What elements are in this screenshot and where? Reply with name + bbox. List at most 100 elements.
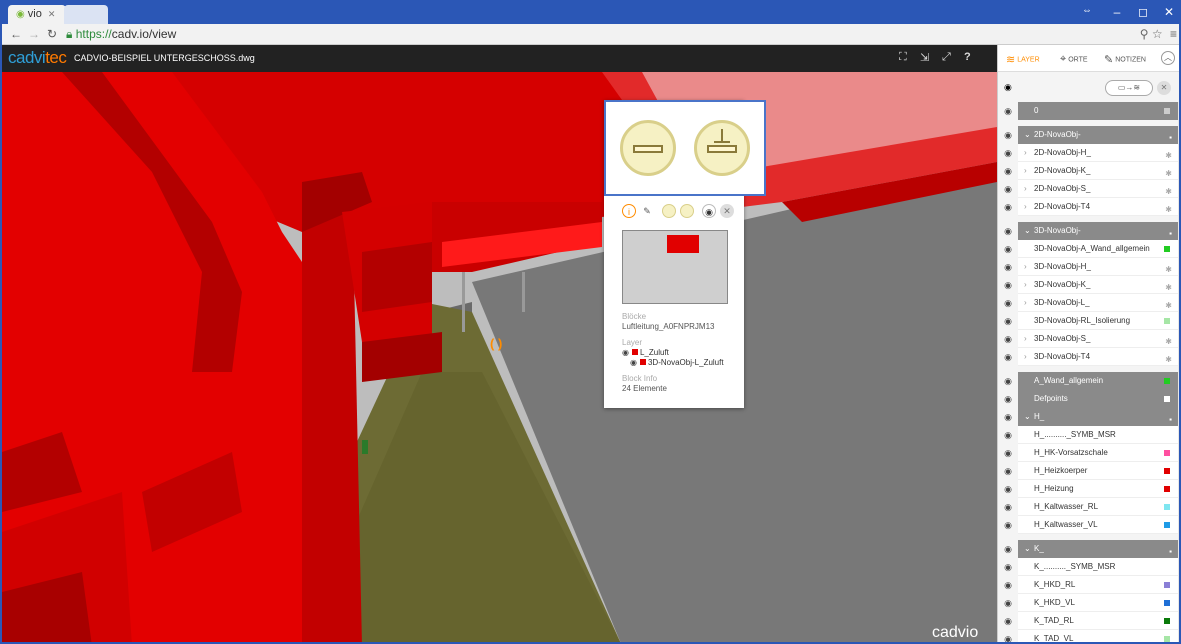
layer-group-row[interactable]: ◉ A_Wand_allgemein xyxy=(998,372,1178,390)
mixed-color-icon[interactable]: ✱ xyxy=(1165,147,1172,161)
layer-row-label[interactable]: › 2D-NovaObj-S_ ✱ xyxy=(1018,180,1178,198)
chevron-icon[interactable]: ⌄ xyxy=(1024,222,1034,240)
layer-row-label[interactable]: ⌄ 3D-NovaObj- ▪ xyxy=(1018,222,1178,240)
color-swatch[interactable] xyxy=(1164,582,1170,588)
isolate-layer-button[interactable]: ▭→≋ xyxy=(1105,80,1153,96)
block-icon[interactable] xyxy=(662,204,676,218)
fullscreen-icon[interactable]: ⤢ xyxy=(942,51,951,64)
block-symbol-icon[interactable] xyxy=(620,120,676,176)
zoom-icon[interactable]: ⚲ xyxy=(1140,27,1149,41)
layer-row-label[interactable]: K_TAD_VL xyxy=(1018,630,1178,642)
color-swatch[interactable] xyxy=(1164,600,1170,606)
layer-row-label[interactable]: 0 xyxy=(1018,102,1178,120)
eye-icon[interactable]: ◉ xyxy=(998,612,1018,630)
chevron-icon[interactable]: ⌄ xyxy=(1024,540,1034,558)
mixed-color-icon[interactable]: ▪ xyxy=(1169,543,1172,558)
mixed-color-icon[interactable]: ✱ xyxy=(1165,165,1172,179)
eye-icon[interactable]: ◉ xyxy=(998,462,1018,480)
eye-icon[interactable]: ◉ xyxy=(998,540,1018,558)
layer-group-row[interactable]: ◉ ⌄ 2D-NovaObj- ▪ xyxy=(998,126,1178,144)
color-swatch[interactable] xyxy=(1164,522,1170,528)
layer-row-label[interactable]: › 3D-NovaObj-L_ ✱ xyxy=(1018,294,1178,312)
layer-row-label[interactable]: › 2D-NovaObj-T4 ✱ xyxy=(1018,198,1178,216)
new-tab-button[interactable] xyxy=(64,5,108,24)
back-icon[interactable]: ← xyxy=(8,27,24,41)
eye-icon[interactable]: ◉ xyxy=(998,576,1018,594)
layer-row-label[interactable]: H_Heizkoerper xyxy=(1018,462,1178,480)
mixed-color-icon[interactable]: ✱ xyxy=(1165,351,1172,365)
layer-row-label[interactable]: K_HKD_RL xyxy=(1018,576,1178,594)
help-button[interactable]: ? xyxy=(964,51,971,63)
chevron-icon[interactable]: › xyxy=(1024,144,1034,161)
eye-icon[interactable]: ◉ xyxy=(998,294,1018,312)
eye-icon[interactable]: ◉ xyxy=(998,276,1018,294)
eye-icon[interactable]: ◉ xyxy=(998,348,1018,366)
color-swatch[interactable] xyxy=(1164,396,1170,402)
eye-icon[interactable]: ◉ xyxy=(998,144,1018,162)
fit-view-icon[interactable]: ⛶ xyxy=(899,51,907,64)
chevron-icon[interactable]: › xyxy=(1024,330,1034,347)
chevron-icon[interactable]: › xyxy=(1024,180,1034,197)
layer-row-label[interactable]: H_Heizung xyxy=(1018,480,1178,498)
color-swatch[interactable] xyxy=(1164,486,1170,492)
layer-row[interactable]: ◉ K_TAD_VL xyxy=(998,630,1178,642)
layer-row[interactable]: ◉ › 3D-NovaObj-L_ ✱ xyxy=(998,294,1178,312)
mixed-color-icon[interactable]: ▪ xyxy=(1169,129,1172,144)
layer-row-label[interactable]: ⌄ 2D-NovaObj- ▪ xyxy=(1018,126,1178,144)
color-swatch[interactable] xyxy=(1164,450,1170,456)
layer-row[interactable]: ◉ › 3D-NovaObj-K_ ✱ xyxy=(998,276,1178,294)
layer-row[interactable]: ◉ › 3D-NovaObj-H_ ✱ xyxy=(998,258,1178,276)
chevron-icon[interactable]: ⌄ xyxy=(1024,126,1034,144)
eye-icon[interactable]: ◉ xyxy=(998,408,1018,426)
collapse-panel-button[interactable]: ︿ xyxy=(1161,51,1175,65)
layer-row[interactable]: ◉ › 2D-NovaObj-K_ ✱ xyxy=(998,162,1178,180)
eye-icon[interactable]: ◉ xyxy=(702,204,716,218)
layer-group-row[interactable]: ◉ ⌄ H_ ▪ xyxy=(998,408,1178,426)
chevron-icon[interactable]: › xyxy=(1024,162,1034,179)
layer-row-label[interactable]: K_.........._SYMB_MSR xyxy=(1018,558,1178,576)
eye-icon[interactable]: ◉ xyxy=(998,162,1018,180)
eye-icon[interactable]: ◉ xyxy=(998,480,1018,498)
layer-row-label[interactable]: › 3D-NovaObj-H_ ✱ xyxy=(1018,258,1178,276)
layer-row-label[interactable]: 3D-NovaObj-RL_Isolierung xyxy=(1018,312,1178,330)
color-swatch[interactable] xyxy=(1164,108,1170,114)
layer-row-label[interactable]: K_HKD_VL xyxy=(1018,594,1178,612)
layer-row[interactable]: ◉ H_Kaltwasser_RL xyxy=(998,498,1178,516)
chevron-icon[interactable]: ⌄ xyxy=(1024,408,1034,426)
eye-icon[interactable]: ◉ xyxy=(622,348,629,357)
chevron-icon[interactable]: › xyxy=(1024,294,1034,311)
mixed-color-icon[interactable]: ✱ xyxy=(1165,261,1172,275)
layer-row[interactable]: ◉ K_.........._SYMB_MSR xyxy=(998,558,1178,576)
tab-layer[interactable]: ≋ LAYER xyxy=(1006,53,1040,66)
reload-icon[interactable]: ↻ xyxy=(44,27,60,41)
eye-icon[interactable]: ◉ xyxy=(998,516,1018,534)
layer-row-label[interactable]: H_Kaltwasser_RL xyxy=(1018,498,1178,516)
layer-row-label[interactable]: K_TAD_RL xyxy=(1018,612,1178,630)
layer-row-label[interactable]: 3D-NovaObj-A_Wand_allgemein xyxy=(1018,240,1178,258)
eye-icon[interactable]: ◉ xyxy=(998,372,1018,390)
eye-icon[interactable]: ◉ xyxy=(998,594,1018,612)
layer-row-label[interactable]: › 2D-NovaObj-H_ ✱ xyxy=(1018,144,1178,162)
eye-icon[interactable]: ◉ xyxy=(998,426,1018,444)
chevron-icon[interactable]: › xyxy=(1024,348,1034,365)
layer-row[interactable]: ◉ H_.........._SYMB_MSR xyxy=(998,426,1178,444)
layer-row-label[interactable]: › 2D-NovaObj-K_ ✱ xyxy=(1018,162,1178,180)
eye-icon[interactable]: ◉ xyxy=(998,312,1018,330)
color-swatch[interactable] xyxy=(1164,468,1170,474)
eye-icon[interactable]: ◉ xyxy=(998,180,1018,198)
layer-row[interactable]: ◉ H_Kaltwasser_VL xyxy=(998,516,1178,534)
forward-icon[interactable]: → xyxy=(26,27,42,41)
eye-icon[interactable]: ◉ xyxy=(998,222,1018,240)
browser-tab[interactable]: ◉ vio ✕ xyxy=(8,5,66,24)
mixed-color-icon[interactable]: ✱ xyxy=(1165,297,1172,311)
layer-row[interactable]: ◉ H_Heizkoerper xyxy=(998,462,1178,480)
layer-entry-1[interactable]: ◉ L_Zuluft xyxy=(622,348,669,357)
eye-icon[interactable]: ◉ xyxy=(998,258,1018,276)
layer-row-label[interactable]: H_HK-Vorsatzschale xyxy=(1018,444,1178,462)
color-swatch[interactable] xyxy=(1164,504,1170,510)
layer-entry-2[interactable]: ◉ 3D-NovaObj-L_Zuluft xyxy=(630,358,724,367)
layer-row-label[interactable]: Defpoints xyxy=(1018,390,1178,408)
bookmark-star-icon[interactable]: ☆ xyxy=(1152,27,1163,41)
mixed-color-icon[interactable]: ✱ xyxy=(1165,279,1172,293)
color-swatch[interactable] xyxy=(1164,618,1170,624)
